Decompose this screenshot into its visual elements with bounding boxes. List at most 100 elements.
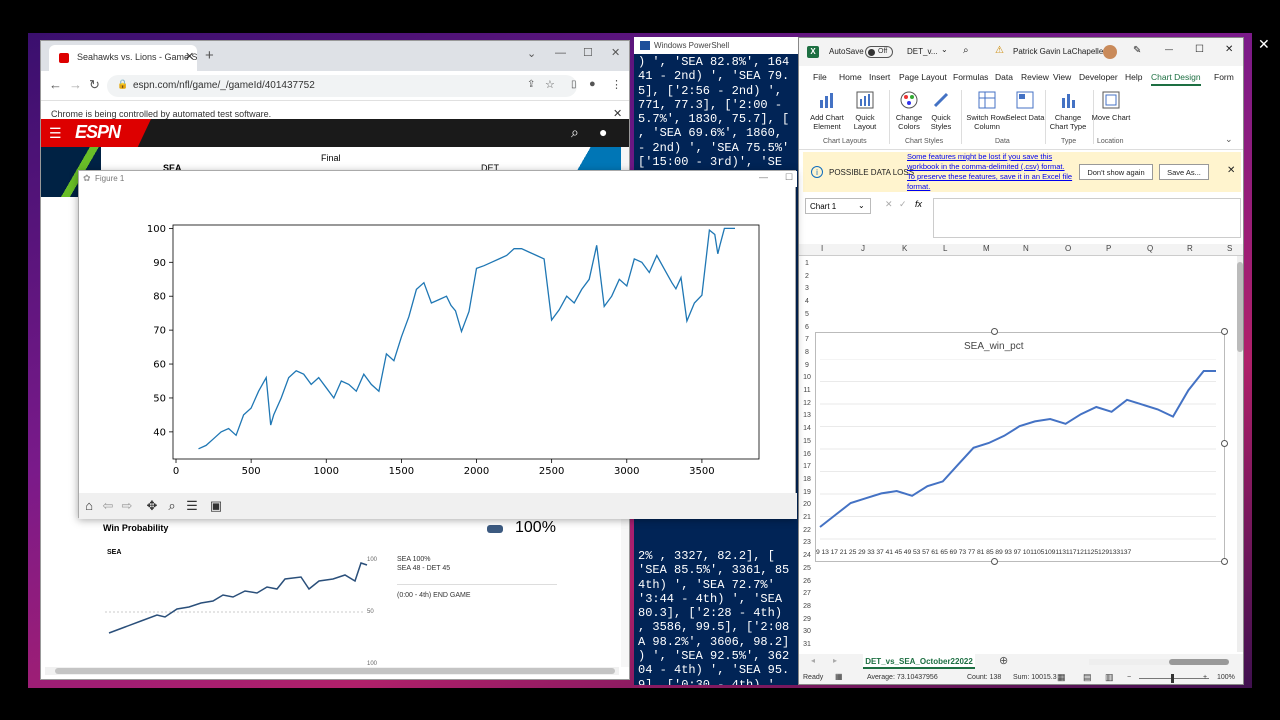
chevron-down-icon[interactable]: ⌄: [527, 47, 536, 60]
excel-chart-title[interactable]: SEA_win_pct: [964, 341, 1023, 352]
row-header[interactable]: 8: [801, 349, 813, 356]
col-header-r[interactable]: R: [1187, 244, 1193, 253]
tab-page-layout[interactable]: Page Layout: [899, 72, 947, 82]
next-sheet-icon[interactable]: ▸: [833, 656, 837, 665]
row-header[interactable]: 31: [801, 641, 813, 648]
save-as-button[interactable]: Save As...: [1159, 164, 1209, 180]
dont-show-again-button[interactable]: Don't show again: [1079, 164, 1153, 180]
sheet-h-scrollbar[interactable]: [1089, 659, 1229, 665]
search-icon[interactable]: ⌕: [571, 124, 579, 141]
minimize-icon[interactable]: —: [1165, 45, 1173, 54]
row-header[interactable]: 22: [801, 527, 813, 534]
warning-close-icon[interactable]: ✕: [1227, 165, 1235, 176]
row-header[interactable]: 5: [801, 311, 813, 318]
row-header[interactable]: 15: [801, 438, 813, 445]
espn-logo[interactable]: ESPN: [75, 122, 121, 143]
pan-icon[interactable]: ✥: [143, 497, 161, 515]
horizontal-scrollbar[interactable]: [45, 667, 619, 675]
resize-handle[interactable]: [1221, 440, 1228, 447]
minimize-icon[interactable]: —: [759, 172, 768, 182]
zoom-slider-thumb[interactable]: [1171, 674, 1174, 683]
macro-icon[interactable]: ▦: [835, 672, 843, 681]
excel-chart[interactable]: SEA_win_pct 9 13 17 21 25 29 33 37 41 45…: [815, 332, 1225, 562]
resize-handle[interactable]: [991, 558, 998, 565]
maximize-icon[interactable]: ☐: [1195, 44, 1204, 55]
formula-input[interactable]: [933, 198, 1241, 238]
col-header-o[interactable]: O: [1065, 244, 1071, 253]
file-name[interactable]: DET_v...: [907, 47, 938, 56]
avatar[interactable]: [1103, 45, 1117, 59]
browser-tab[interactable]: Seahawks vs. Lions - Game Sum ✕: [49, 45, 197, 71]
move-chart-button[interactable]: Move Chart: [1091, 90, 1131, 122]
spreadsheet-grid[interactable]: I J K L M N O P Q R S 1 2 3 4 5 6 7 8 9 10 11 12 13 1…: [799, 244, 1243, 654]
scrollbar-thumb[interactable]: [55, 668, 615, 674]
tab-formulas[interactable]: Formulas: [953, 72, 988, 82]
maximize-icon[interactable]: ☐: [583, 46, 593, 59]
switch-row-column-button[interactable]: Switch Row/ Column: [965, 90, 1009, 131]
row-header[interactable]: 16: [801, 451, 813, 458]
tab-review[interactable]: Review: [1021, 72, 1049, 82]
resize-handle[interactable]: [991, 328, 998, 335]
tab-chart-design[interactable]: Chart Design: [1151, 72, 1201, 86]
row-header[interactable]: 12: [801, 400, 813, 407]
search-icon[interactable]: ⌕: [963, 45, 969, 56]
col-header-n[interactable]: N: [1023, 244, 1029, 253]
save-icon[interactable]: ▣: [207, 497, 225, 515]
forward-icon[interactable]: →: [69, 77, 82, 92]
cancel-icon[interactable]: ✕: [885, 199, 893, 210]
tab-insert[interactable]: Insert: [869, 72, 890, 82]
zoom-icon[interactable]: ⌕: [163, 497, 181, 515]
tab-developer[interactable]: Developer: [1079, 72, 1118, 82]
scrollbar-thumb[interactable]: [1169, 659, 1229, 665]
add-chart-element-button[interactable]: Add Chart Element: [807, 90, 847, 131]
row-header[interactable]: 4: [801, 298, 813, 305]
ribbon-collapse-icon[interactable]: ⌄: [1225, 134, 1233, 145]
row-header[interactable]: 13: [801, 412, 813, 419]
row-header[interactable]: 11: [801, 387, 813, 394]
quick-styles-button[interactable]: Quick Styles: [921, 90, 961, 131]
enter-icon[interactable]: ✓: [899, 199, 907, 210]
col-header-l[interactable]: L: [943, 244, 947, 253]
page-break-view-icon[interactable]: ▥: [1105, 672, 1114, 683]
warning-message[interactable]: Some features might be lost if you save …: [907, 152, 1073, 192]
name-box[interactable]: Chart 1 ⌄: [805, 198, 871, 214]
user-icon[interactable]: ●: [599, 124, 607, 140]
minimize-icon[interactable]: —: [555, 47, 566, 59]
back-icon[interactable]: ⇦: [99, 497, 117, 515]
autosave-toggle[interactable]: Off: [865, 46, 893, 58]
col-header-q[interactable]: Q: [1147, 244, 1153, 253]
page-layout-view-icon[interactable]: ▤: [1083, 672, 1092, 683]
col-header-k[interactable]: K: [902, 244, 907, 253]
row-header[interactable]: 6: [801, 324, 813, 331]
col-header-s[interactable]: S: [1227, 244, 1232, 253]
normal-view-icon[interactable]: ▦: [1057, 672, 1066, 683]
profile-icon[interactable]: ●: [589, 78, 596, 90]
tab-home[interactable]: Home: [839, 72, 862, 82]
share-icon[interactable]: ⇪: [527, 79, 535, 90]
forward-icon[interactable]: ⇨: [118, 497, 136, 515]
row-header[interactable]: 24: [801, 552, 813, 559]
row-header[interactable]: 26: [801, 578, 813, 585]
row-header[interactable]: 3: [801, 285, 813, 292]
select-data-button[interactable]: Select Data: [1005, 90, 1045, 122]
tab-format[interactable]: Form: [1214, 72, 1234, 82]
menu-dots-icon[interactable]: ⋮: [611, 78, 622, 91]
tab-help[interactable]: Help: [1125, 72, 1142, 82]
row-header[interactable]: 10: [801, 374, 813, 381]
change-chart-type-button[interactable]: Change Chart Type: [1047, 90, 1089, 131]
tab-file[interactable]: File: [813, 72, 827, 82]
scrollbar-thumb[interactable]: [1237, 262, 1243, 352]
pen-icon[interactable]: ✎: [1133, 45, 1141, 56]
configure-subplots-icon[interactable]: ☰: [183, 497, 201, 515]
tab-data[interactable]: Data: [995, 72, 1013, 82]
row-header[interactable]: 21: [801, 514, 813, 521]
row-header[interactable]: 18: [801, 476, 813, 483]
window-close-icon[interactable]: ✕: [1225, 44, 1233, 55]
row-header[interactable]: 23: [801, 539, 813, 546]
function-icon[interactable]: fx: [915, 199, 922, 209]
col-header-m[interactable]: M: [983, 244, 990, 253]
quick-layout-button[interactable]: Quick Layout: [845, 90, 885, 131]
chevron-down-icon[interactable]: ⌄: [941, 45, 948, 54]
tab-view[interactable]: View: [1053, 72, 1071, 82]
col-header-i[interactable]: I: [821, 244, 823, 253]
